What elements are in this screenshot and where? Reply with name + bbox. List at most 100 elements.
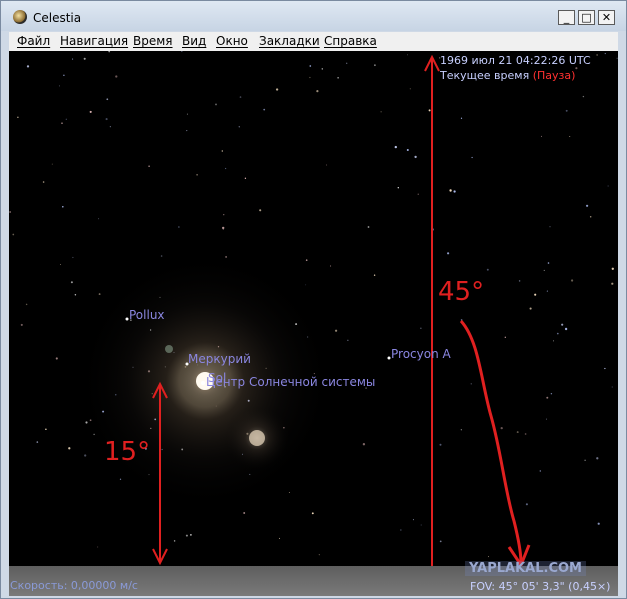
menu-time[interactable]: Время bbox=[133, 34, 173, 48]
star bbox=[72, 58, 74, 60]
star bbox=[543, 269, 545, 271]
menu-help[interactable]: Справка bbox=[324, 34, 377, 48]
star bbox=[373, 274, 376, 276]
star bbox=[545, 418, 547, 420]
star bbox=[604, 53, 606, 55]
star bbox=[106, 98, 109, 101]
sky-view[interactable]: 1969 июл 21 04:22:26 UTC Текущее время (… bbox=[9, 51, 618, 596]
star bbox=[460, 117, 463, 119]
star bbox=[108, 51, 111, 53]
star bbox=[63, 74, 65, 77]
time-mode-label: Текущее время (Пауза) bbox=[440, 69, 575, 82]
star bbox=[238, 126, 240, 128]
star bbox=[564, 327, 568, 331]
sol-dot bbox=[201, 381, 205, 385]
star bbox=[51, 163, 53, 165]
star bbox=[222, 229, 224, 230]
star bbox=[160, 255, 163, 257]
star bbox=[17, 116, 19, 118]
menu-window[interactable]: Окно bbox=[216, 34, 248, 48]
star bbox=[309, 65, 312, 67]
star bbox=[115, 75, 118, 78]
star bbox=[173, 540, 176, 542]
pointer-stroke bbox=[459, 319, 523, 564]
star bbox=[412, 519, 414, 521]
star bbox=[222, 226, 225, 230]
star bbox=[546, 290, 548, 292]
menu-file[interactable]: Файл bbox=[17, 34, 50, 48]
star bbox=[546, 396, 549, 399]
star bbox=[305, 259, 308, 261]
close-button[interactable]: ✕ bbox=[598, 10, 615, 25]
star bbox=[330, 265, 332, 267]
star bbox=[582, 95, 585, 98]
star bbox=[221, 150, 223, 152]
star bbox=[311, 512, 314, 515]
label-mercury[interactable]: Меркурий bbox=[188, 352, 251, 366]
label-solar-system-center[interactable]: Центр Солнечной системы bbox=[206, 375, 375, 389]
title-bar[interactable]: Celestia _ □ ✕ bbox=[1, 1, 626, 31]
star bbox=[397, 187, 399, 189]
star bbox=[58, 85, 61, 87]
star bbox=[571, 279, 574, 282]
menu-view[interactable]: Вид bbox=[182, 34, 206, 48]
star bbox=[525, 503, 528, 506]
star bbox=[409, 88, 411, 90]
maximize-button[interactable]: □ bbox=[578, 10, 595, 25]
star bbox=[178, 226, 180, 228]
menu-bookmarks[interactable]: Закладки bbox=[259, 34, 320, 48]
star bbox=[259, 209, 262, 212]
star bbox=[288, 492, 290, 493]
star bbox=[518, 280, 521, 282]
star bbox=[321, 68, 324, 70]
star bbox=[585, 204, 589, 207]
star bbox=[98, 293, 101, 296]
star bbox=[347, 339, 349, 341]
star bbox=[97, 546, 99, 548]
star bbox=[185, 534, 188, 537]
star bbox=[74, 294, 77, 296]
star bbox=[367, 226, 370, 228]
menu-navigation[interactable]: Навигация bbox=[60, 34, 128, 48]
star bbox=[453, 190, 456, 193]
star bbox=[26, 65, 30, 68]
star bbox=[470, 383, 472, 385]
star bbox=[334, 329, 338, 332]
label-procyon-a[interactable]: Procyon A bbox=[391, 347, 451, 361]
star bbox=[524, 433, 527, 435]
star bbox=[36, 441, 39, 443]
star bbox=[223, 214, 225, 216]
star bbox=[148, 165, 150, 168]
annotation-45-degrees: 45° bbox=[438, 277, 485, 307]
star bbox=[346, 62, 348, 64]
star bbox=[589, 215, 592, 218]
star bbox=[616, 57, 618, 59]
watermark: YAPLAKAL.COM bbox=[465, 561, 586, 576]
star bbox=[337, 77, 339, 79]
star bbox=[316, 90, 319, 93]
star bbox=[516, 431, 519, 434]
star bbox=[529, 307, 532, 310]
minimize-button[interactable]: _ bbox=[558, 10, 575, 25]
star bbox=[569, 135, 571, 138]
star bbox=[575, 67, 578, 70]
star bbox=[186, 130, 188, 132]
label-pollux[interactable]: Pollux bbox=[129, 308, 165, 322]
faint-object bbox=[165, 345, 173, 353]
speed-readout: Скорость: 0,00000 м/с bbox=[10, 579, 138, 592]
star bbox=[45, 428, 47, 430]
star bbox=[407, 54, 408, 56]
star bbox=[561, 323, 564, 326]
star bbox=[62, 205, 64, 208]
celestia-app-icon bbox=[13, 10, 27, 24]
star bbox=[417, 193, 419, 195]
star bbox=[55, 357, 58, 360]
star bbox=[20, 323, 23, 326]
star bbox=[504, 336, 506, 338]
star bbox=[61, 122, 63, 124]
star bbox=[70, 281, 73, 284]
star bbox=[596, 457, 599, 460]
star bbox=[98, 218, 100, 220]
star bbox=[72, 256, 74, 259]
star bbox=[68, 447, 71, 450]
